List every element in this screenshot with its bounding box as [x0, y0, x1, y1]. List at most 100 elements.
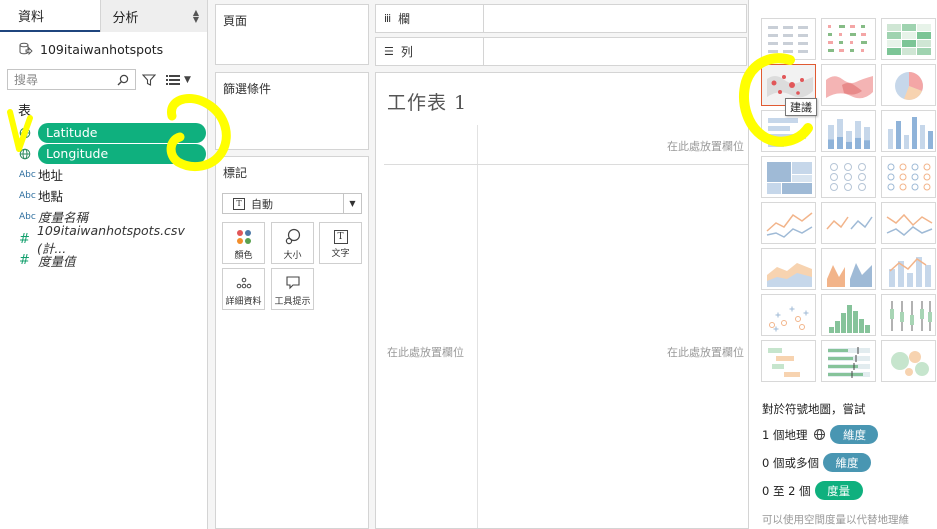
show-me-requirement-title: 對於符號地圖，嘗試 — [762, 402, 866, 416]
show-me-highlight-table[interactable] — [881, 18, 936, 60]
mark-type-dropdown[interactable]: T 自動 ▼ — [222, 193, 362, 214]
filters-title: 篩選條件 — [223, 82, 272, 96]
show-me-dual-lines[interactable] — [881, 202, 936, 244]
columns-shelf[interactable]: iii 欄 — [375, 4, 747, 33]
dimension-badge: 維度 — [822, 453, 871, 472]
size-mark-button[interactable]: 大小 — [271, 222, 314, 264]
horizontal-bars-thumbnail-icon — [768, 118, 806, 147]
requirement-text: 1 個地理 — [762, 427, 808, 442]
pages-title: 頁面 — [223, 14, 248, 28]
tab-data[interactable]: 資料 — [0, 0, 100, 32]
circle-views-thumbnail-icon — [830, 163, 866, 191]
field-name: Latitude — [38, 122, 206, 143]
box-whisker-thumbnail-icon — [890, 301, 932, 331]
detail-mark-button[interactable]: 詳細資料 — [222, 268, 265, 310]
show-me-gantt-chart[interactable] — [761, 340, 816, 382]
chevron-down-icon: ▼ — [343, 194, 361, 213]
view-toggle-button[interactable]: ▼ — [166, 74, 191, 86]
chevron-down-icon: ▼ — [184, 74, 191, 85]
pages-card[interactable]: 頁面 — [215, 4, 369, 65]
field-item-109itaiwanhotspots-csv[interactable]: #109itaiwanhotspots.csv (計... — [0, 223, 208, 256]
color-mark-button[interactable]: 顏色 — [222, 222, 265, 264]
drop-field-hint-columns[interactable]: 在此處放置欄位 — [667, 138, 744, 154]
pane-tabs: 資料 分析 ▲ ▼ — [0, 0, 207, 32]
tables-section-label: 表 — [18, 104, 32, 119]
field-item-latitude[interactable]: Latitude — [0, 122, 208, 143]
dual-lines-thumbnail-icon — [886, 213, 933, 236]
datasource-icon — [19, 42, 33, 56]
datasource-item[interactable]: 109itaiwanhotspots — [0, 36, 207, 62]
packed-bubbles-thumbnail-icon — [891, 351, 929, 376]
show-me-side-by-side-circles[interactable] — [881, 156, 936, 198]
show-me-stacked-bars[interactable] — [821, 110, 876, 152]
field-item-[interactable]: Abc 地址 — [0, 164, 208, 185]
show-me-histogram[interactable] — [821, 294, 876, 336]
field-item-longitude[interactable]: Longitude — [0, 143, 208, 164]
marks-card: 標記 T 自動 ▼ 顏色 大小 T 文字 詳細資料 工具提示 — [215, 156, 369, 529]
drop-field-hint-body[interactable]: 在此處放置欄位 — [667, 344, 744, 360]
show-me-pie-chart[interactable] — [881, 64, 936, 106]
show-me-circle-views[interactable] — [821, 156, 876, 198]
heat-map-thumbnail-icon — [828, 25, 867, 52]
scatter-plot-thumbnail-icon — [769, 306, 809, 332]
continuous-lines-thumbnail-icon — [766, 212, 813, 238]
tooltip-icon — [285, 276, 300, 290]
show-me-area-continuous[interactable] — [761, 248, 816, 290]
field-item-[interactable]: # 度量值 — [0, 250, 208, 271]
pie-chart-thumbnail-icon — [895, 72, 923, 100]
text-mark-button[interactable]: T 文字 — [319, 222, 362, 264]
show-me-bullet-graph[interactable] — [821, 340, 876, 382]
requirement-row-measures: 0 至 2 個 度量 — [762, 481, 863, 500]
field-name: 地點 — [38, 189, 64, 204]
show-me-treemap[interactable] — [761, 156, 816, 198]
rows-shelf[interactable]: ☰ 列 — [375, 37, 747, 66]
field-name: 地址 — [38, 168, 64, 183]
treemap-thumbnail-icon — [767, 162, 812, 194]
rows-icon: ☰ — [384, 45, 394, 58]
pane-collapse-arrows-icon[interactable]: ▲ ▼ — [193, 9, 199, 24]
show-me-tooltip: 建議 — [785, 98, 817, 116]
show-me-box-whisker[interactable] — [881, 294, 936, 336]
worksheet-title[interactable]: 工作表 1 — [387, 88, 467, 115]
filter-icon[interactable] — [142, 73, 156, 87]
search-row: 搜尋 ▼ — [7, 69, 191, 90]
filters-card[interactable]: 篩選條件 — [215, 72, 369, 150]
size-icon — [285, 228, 300, 245]
show-me-horizontal-bars[interactable] — [761, 110, 816, 152]
drop-field-hint-rows[interactable]: 在此處放置欄位 — [387, 344, 464, 360]
area-discrete-thumbnail-icon — [827, 263, 872, 287]
show-me-packed-bubbles[interactable] — [881, 340, 936, 382]
gantt-chart-thumbnail-icon — [768, 348, 800, 377]
show-me-dual-combination[interactable] — [881, 248, 936, 290]
list-view-icon — [166, 74, 180, 85]
tab-analytics[interactable]: 分析 ▲ ▼ — [99, 0, 207, 32]
requirement-row-geo: 1 個地理 維度 — [762, 425, 879, 444]
show-me-filled-map[interactable] — [821, 64, 876, 106]
size-label: 大小 — [283, 251, 302, 261]
requirement-row-dimensions: 0 個或多個 維度 — [762, 453, 871, 472]
text-mark-icon: T — [233, 197, 245, 210]
requirement-text: 0 至 2 個 — [762, 483, 811, 498]
requirement-text: 0 個或多個 — [762, 455, 819, 470]
side-by-side-bars-thumbnail-icon — [888, 117, 933, 149]
worksheet-canvas[interactable]: 工作表 1 在此處放置欄位 在此處放置欄位 在此處放置欄位 — [375, 72, 755, 529]
search-input[interactable]: 搜尋 — [7, 69, 136, 90]
show-me-footnote: 可以使用空間度量以代替地理維 — [762, 514, 909, 526]
show-me-discrete-lines[interactable] — [821, 202, 876, 244]
color-label: 顏色 — [234, 251, 253, 261]
tooltip-mark-button[interactable]: 工具提示 — [271, 268, 314, 310]
field-name: Longitude — [38, 143, 206, 164]
show-me-side-by-side-bars[interactable] — [881, 110, 936, 152]
tooltip-label: 工具提示 — [274, 297, 311, 307]
show-me-continuous-lines[interactable] — [761, 202, 816, 244]
globe-icon — [0, 127, 38, 139]
show-me-scatter-plot[interactable] — [761, 294, 816, 336]
show-me-text-table[interactable] — [761, 18, 816, 60]
show-me-area-discrete[interactable] — [821, 248, 876, 290]
highlight-table-thumbnail-icon — [887, 24, 931, 55]
search-icon — [117, 74, 129, 85]
color-icon — [236, 230, 251, 244]
columns-icon: iii — [384, 12, 391, 25]
show-me-heat-map[interactable] — [821, 18, 876, 60]
field-item-[interactable]: Abc 地點 — [0, 185, 208, 206]
